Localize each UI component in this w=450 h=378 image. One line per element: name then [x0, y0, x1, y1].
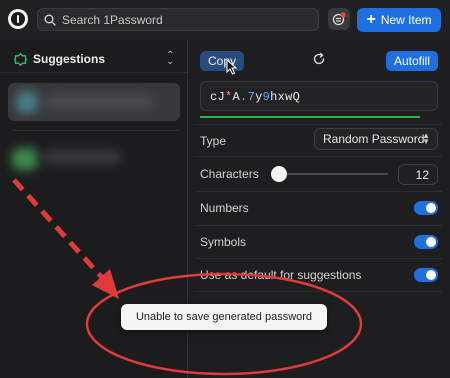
- regenerate-icon[interactable]: [312, 52, 326, 66]
- onepassword-logo-icon[interactable]: [8, 9, 28, 29]
- generated-password-field[interactable]: cJ*A.7y9hxwQ: [200, 81, 438, 111]
- suggestion-item[interactable]: [8, 83, 180, 121]
- characters-slider-thumb[interactable]: [271, 166, 287, 182]
- suggestions-icon: [14, 52, 27, 66]
- plus-icon: +: [366, 11, 376, 28]
- divider: [0, 72, 188, 73]
- search-icon: [44, 14, 56, 26]
- chevron-updown-icon[interactable]: ⌃ ⌄: [166, 51, 174, 67]
- watchtower-icon: [332, 12, 346, 26]
- password-segment: *: [225, 90, 233, 104]
- characters-slider-track[interactable]: [279, 173, 388, 175]
- divider: [196, 291, 442, 292]
- characters-label: Characters: [200, 167, 259, 181]
- search-field[interactable]: [37, 8, 319, 31]
- divider: [12, 130, 180, 131]
- watchtower-button[interactable]: [328, 8, 350, 30]
- password-strength-bar: [200, 116, 420, 118]
- symbols-toggle[interactable]: [414, 235, 438, 249]
- password-segment: A: [232, 90, 241, 104]
- numbers-toggle[interactable]: [414, 201, 438, 215]
- suggestion-item[interactable]: [8, 140, 180, 178]
- type-select-value: Random Password: [323, 132, 425, 146]
- divider: [196, 156, 442, 157]
- error-toast: Unable to save generated password: [121, 304, 327, 330]
- default-suggestions-label: Use as default for suggestions: [200, 268, 362, 282]
- password-segment: 9: [262, 90, 271, 104]
- password-segment: 7: [247, 90, 256, 104]
- numbers-label: Numbers: [200, 201, 249, 215]
- type-label: Type: [200, 134, 227, 148]
- password-segment: .: [240, 90, 248, 104]
- divider: [196, 191, 442, 192]
- password-segment: cJ: [210, 90, 226, 104]
- default-suggestions-toggle[interactable]: [414, 268, 438, 282]
- search-input[interactable]: [62, 12, 302, 27]
- password-segment: hxwQ: [270, 90, 301, 104]
- chevron-updown-icon: ▲ ▼: [422, 131, 430, 146]
- suggestions-title: Suggestions: [33, 52, 106, 66]
- new-item-label: New Item: [380, 13, 432, 27]
- type-select[interactable]: Random Password ▲ ▼: [314, 128, 438, 150]
- suggestions-header[interactable]: Suggestions: [14, 52, 105, 66]
- mouse-cursor-icon: [226, 59, 238, 75]
- symbols-label: Symbols: [200, 235, 247, 249]
- divider: [196, 124, 442, 125]
- autofill-button[interactable]: Autofill: [386, 51, 438, 71]
- characters-input[interactable]: 12: [398, 164, 438, 185]
- new-item-button[interactable]: + New Item: [357, 8, 441, 32]
- password-segment: y: [255, 90, 263, 104]
- divider: [196, 225, 442, 226]
- divider: [196, 258, 442, 259]
